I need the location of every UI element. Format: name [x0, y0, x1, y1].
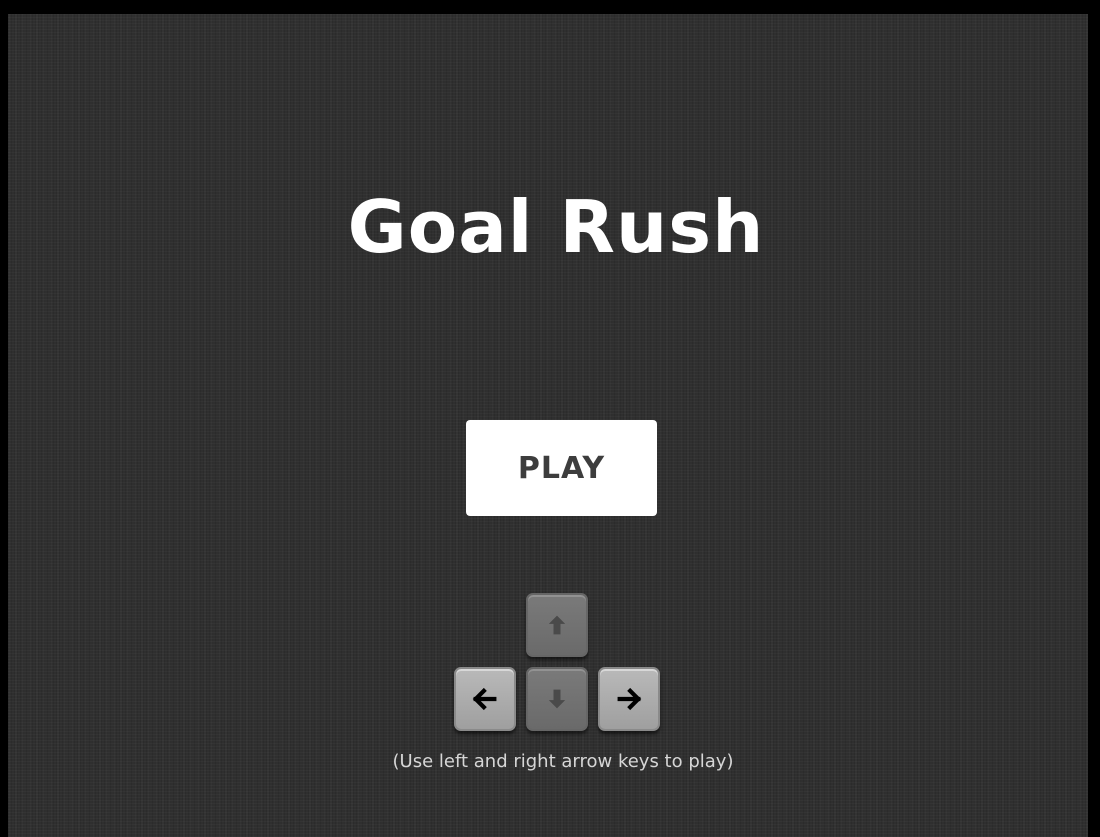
game-title: Goal Rush	[347, 185, 765, 269]
arrow-down-icon	[548, 689, 566, 709]
arrow-left-icon	[472, 687, 497, 711]
arrow-up-icon	[548, 615, 566, 635]
arrow-right-icon	[617, 687, 642, 711]
up-arrow-key	[526, 593, 588, 657]
instructions-text: (Use left and right arrow keys to play)	[392, 751, 734, 772]
play-button[interactable]: PLAY	[466, 420, 657, 516]
game-screen: Goal Rush PLAY (Use left and right arrow…	[8, 14, 1088, 837]
left-arrow-key[interactable]	[454, 667, 516, 731]
down-arrow-key	[526, 667, 588, 731]
right-arrow-key[interactable]	[598, 667, 660, 731]
